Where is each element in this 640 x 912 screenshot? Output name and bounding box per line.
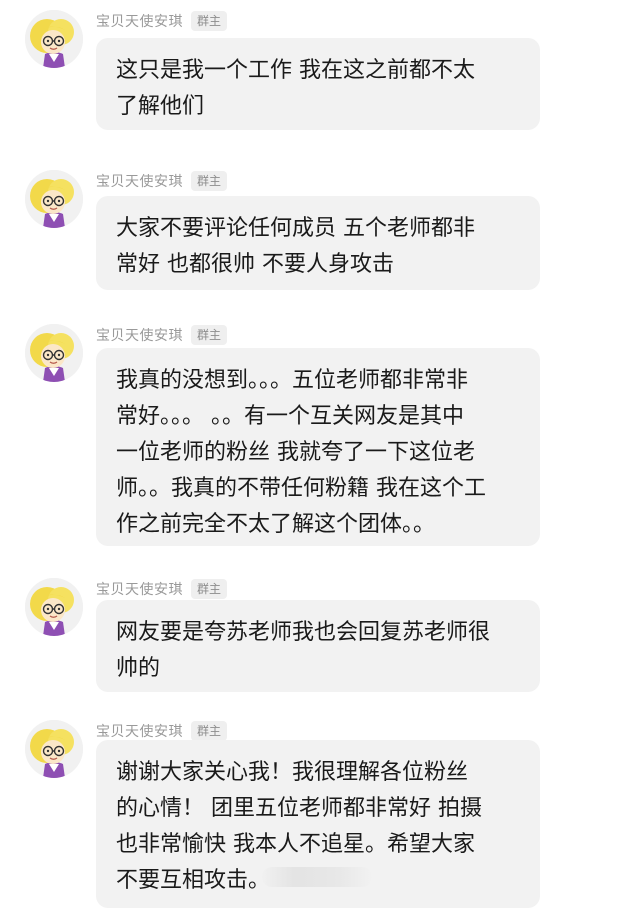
message-text: 谢谢大家关心我！我很理解各位粉丝 — [116, 760, 469, 785]
message-text: 网友要是夸苏老师我也会回复苏老师很 — [116, 620, 491, 645]
message-text: 大家不要评论任何成员 五个老师都非 — [116, 216, 475, 241]
avatar[interactable] — [25, 578, 83, 636]
sender-name[interactable]: 宝贝天使安琪 — [96, 11, 183, 31]
group-owner-badge: 群主 — [191, 721, 228, 741]
avatar[interactable] — [25, 720, 83, 778]
message-text: 帅的 — [116, 656, 161, 681]
message-bubble[interactable]: 网友要是夸苏老师我也会回复苏老师很 帅的 — [96, 600, 540, 692]
sender-name[interactable]: 宝贝天使安琪 — [96, 325, 183, 345]
message-text: 常好。。。 。。有一个互关网友是其中 — [116, 404, 464, 429]
message-text: 作之前完全不太了解这个团体。。 — [116, 512, 436, 537]
avatar[interactable] — [25, 170, 83, 228]
cartoon-girl-with-glasses-avatar-icon — [25, 578, 83, 636]
cartoon-girl-with-glasses-avatar-icon — [25, 170, 83, 228]
cartoon-girl-with-glasses-avatar-icon — [25, 10, 83, 68]
sender-name[interactable]: 宝贝天使安琪 — [96, 579, 183, 599]
sender-name[interactable]: 宝贝天使安琪 — [96, 171, 183, 191]
message-text: 师。。我真的不带任何粉籍 我在这个工 — [116, 476, 486, 501]
sender-meta: 宝贝天使安琪 群主 — [96, 578, 228, 600]
blur-smudge — [262, 867, 372, 887]
message-bubble[interactable]: 大家不要评论任何成员 五个老师都非 常好 也都很帅 不要人身攻击 — [96, 196, 540, 290]
sender-meta: 宝贝天使安琪 群主 — [96, 324, 228, 346]
group-owner-badge: 群主 — [191, 11, 228, 31]
sender-meta: 宝贝天使安琪 群主 — [96, 10, 228, 32]
message-bubble[interactable]: 这只是我一个工作 我在这之前都不太 了解他们 — [96, 38, 540, 130]
cartoon-girl-with-glasses-avatar-icon — [25, 720, 83, 778]
message-text: 我真的没想到。。。五位老师都非常非 — [116, 368, 469, 393]
message-text: 了解他们 — [116, 94, 205, 119]
group-owner-badge: 群主 — [191, 579, 228, 599]
message-text: 一位老师的粉丝 我就夸了一下这位老 — [116, 440, 475, 465]
message-bubble[interactable]: 我真的没想到。。。五位老师都非常非 常好。。。 。。有一个互关网友是其中 一位老… — [96, 348, 540, 546]
avatar[interactable] — [25, 324, 83, 382]
avatar[interactable] — [25, 10, 83, 68]
group-owner-badge: 群主 — [191, 325, 228, 345]
sender-meta: 宝贝天使安琪 群主 — [96, 170, 228, 192]
message-text: 常好 也都很帅 不要人身攻击 — [116, 252, 394, 277]
sender-name[interactable]: 宝贝天使安琪 — [96, 721, 183, 741]
sender-meta: 宝贝天使安琪 群主 — [96, 720, 228, 742]
group-owner-badge: 群主 — [191, 171, 228, 191]
message-text: 这只是我一个工作 我在这之前都不太 — [116, 58, 475, 83]
cartoon-girl-with-glasses-avatar-icon — [25, 324, 83, 382]
message-text: 也非常愉快 我本人不追星。希望大家 — [116, 832, 475, 857]
message-text: 的心情！ 团里五位老师都非常好 拍摄 — [116, 796, 482, 821]
